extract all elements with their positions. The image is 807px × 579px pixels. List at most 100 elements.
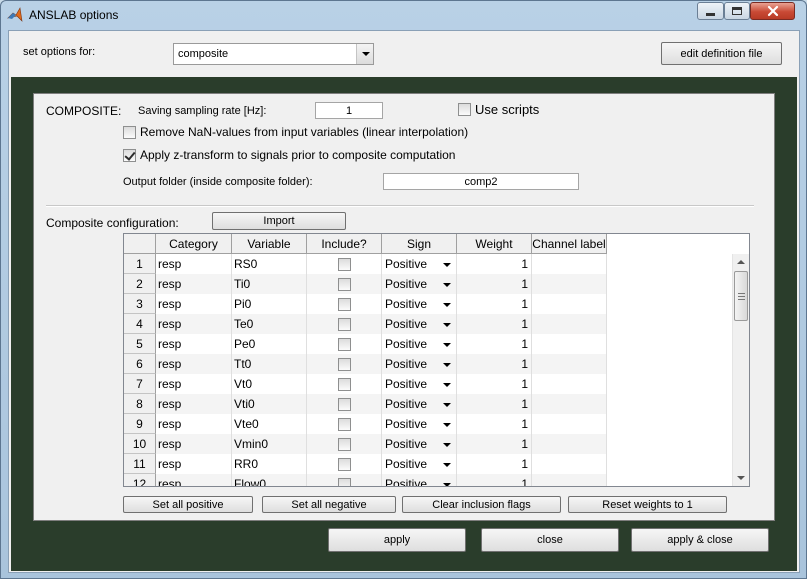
cell-channel-label[interactable] <box>532 394 607 414</box>
apply-button[interactable]: apply <box>328 528 466 552</box>
cell-include[interactable] <box>307 474 382 486</box>
options-category-select[interactable]: composite <box>173 43 374 65</box>
cell-weight[interactable]: 1 <box>457 314 532 334</box>
include-checkbox[interactable] <box>337 397 351 411</box>
cell-channel-label[interactable] <box>532 454 607 474</box>
cell-category[interactable]: resp <box>156 354 232 374</box>
scroll-up-icon[interactable] <box>733 254 749 270</box>
cell-channel-label[interactable] <box>532 374 607 394</box>
row-number[interactable]: 7 <box>124 374 156 394</box>
cell-channel-label[interactable] <box>532 414 607 434</box>
chevron-down-icon[interactable] <box>443 303 451 307</box>
scrollbar-thumb[interactable] <box>734 271 748 321</box>
cell-sign-select[interactable]: Positive <box>382 454 457 474</box>
include-checkbox[interactable] <box>337 277 351 291</box>
cell-channel-label[interactable] <box>532 474 607 486</box>
chevron-down-icon[interactable] <box>443 463 451 467</box>
cell-category[interactable]: resp <box>156 394 232 414</box>
row-number[interactable]: 1 <box>124 254 156 274</box>
chevron-down-icon[interactable] <box>443 343 451 347</box>
cell-weight[interactable]: 1 <box>457 374 532 394</box>
cell-sign-select[interactable]: Positive <box>382 254 457 274</box>
cell-category[interactable]: resp <box>156 454 232 474</box>
chevron-down-icon[interactable] <box>443 323 451 327</box>
close-window-button[interactable] <box>750 2 795 20</box>
cell-category[interactable]: resp <box>156 274 232 294</box>
chevron-down-icon[interactable] <box>443 263 451 267</box>
cell-weight[interactable]: 1 <box>457 334 532 354</box>
chevron-down-icon[interactable] <box>443 423 451 427</box>
row-number[interactable]: 4 <box>124 314 156 334</box>
cell-include[interactable] <box>307 414 382 434</box>
use-scripts-checkbox[interactable] <box>458 103 471 116</box>
cell-channel-label[interactable] <box>532 314 607 334</box>
cell-sign-select[interactable]: Positive <box>382 374 457 394</box>
include-checkbox[interactable] <box>337 477 351 486</box>
output-folder-input[interactable]: comp2 <box>383 173 579 190</box>
cell-variable[interactable]: Ti0 <box>232 274 307 294</box>
chevron-down-icon[interactable] <box>356 44 373 64</box>
cell-sign-select[interactable]: Positive <box>382 394 457 414</box>
include-checkbox[interactable] <box>337 357 351 371</box>
cell-category[interactable]: resp <box>156 334 232 354</box>
row-number[interactable]: 2 <box>124 274 156 294</box>
cell-weight[interactable]: 1 <box>457 474 532 486</box>
chevron-down-icon[interactable] <box>443 403 451 407</box>
cell-sign-select[interactable]: Positive <box>382 354 457 374</box>
row-number[interactable]: 8 <box>124 394 156 414</box>
cell-weight[interactable]: 1 <box>457 394 532 414</box>
cell-weight[interactable]: 1 <box>457 454 532 474</box>
table-scrollbar[interactable] <box>732 254 749 486</box>
cell-variable[interactable]: Vt0 <box>232 374 307 394</box>
cell-variable[interactable]: Vti0 <box>232 394 307 414</box>
col-header-include[interactable]: Include? <box>307 234 382 254</box>
cell-category[interactable]: resp <box>156 434 232 454</box>
include-checkbox[interactable] <box>337 337 351 351</box>
apply-and-close-button[interactable]: apply & close <box>631 528 769 552</box>
z-transform-checkbox[interactable] <box>123 149 136 162</box>
cell-weight[interactable]: 1 <box>457 274 532 294</box>
scroll-down-icon[interactable] <box>733 470 749 486</box>
row-number[interactable]: 12 <box>124 474 156 486</box>
maximize-button[interactable] <box>724 2 750 20</box>
include-checkbox[interactable] <box>337 257 351 271</box>
cell-include[interactable] <box>307 454 382 474</box>
row-number[interactable]: 3 <box>124 294 156 314</box>
include-checkbox[interactable] <box>337 377 351 391</box>
row-number[interactable]: 5 <box>124 334 156 354</box>
row-number[interactable]: 10 <box>124 434 156 454</box>
row-number[interactable]: 9 <box>124 414 156 434</box>
cell-variable[interactable]: Vte0 <box>232 414 307 434</box>
include-checkbox[interactable] <box>337 457 351 471</box>
cell-variable[interactable]: Te0 <box>232 314 307 334</box>
cell-sign-select[interactable]: Positive <box>382 434 457 454</box>
chevron-down-icon[interactable] <box>443 363 451 367</box>
cell-include[interactable] <box>307 314 382 334</box>
cell-weight[interactable]: 1 <box>457 434 532 454</box>
cell-channel-label[interactable] <box>532 354 607 374</box>
include-checkbox[interactable] <box>337 417 351 431</box>
cell-channel-label[interactable] <box>532 254 607 274</box>
cell-weight[interactable]: 1 <box>457 254 532 274</box>
cell-include[interactable] <box>307 374 382 394</box>
clear-inclusion-flags-button[interactable]: Clear inclusion flags <box>402 496 561 513</box>
cell-category[interactable]: resp <box>156 314 232 334</box>
cell-sign-select[interactable]: Positive <box>382 294 457 314</box>
cell-include[interactable] <box>307 334 382 354</box>
reset-weights-button[interactable]: Reset weights to 1 <box>568 496 727 513</box>
cell-category[interactable]: resp <box>156 474 232 486</box>
set-all-negative-button[interactable]: Set all negative <box>262 496 396 513</box>
sampling-rate-input[interactable]: 1 <box>315 102 383 119</box>
cell-variable[interactable]: Pi0 <box>232 294 307 314</box>
minimize-button[interactable] <box>697 2 724 20</box>
cell-include[interactable] <box>307 394 382 414</box>
cell-channel-label[interactable] <box>532 434 607 454</box>
col-header-channel-label[interactable]: Channel label <box>532 234 607 254</box>
cell-sign-select[interactable]: Positive <box>382 474 457 486</box>
cell-variable[interactable]: Vmin0 <box>232 434 307 454</box>
cell-channel-label[interactable] <box>532 274 607 294</box>
cell-variable[interactable]: RS0 <box>232 254 307 274</box>
include-checkbox[interactable] <box>337 437 351 451</box>
cell-channel-label[interactable] <box>532 334 607 354</box>
import-button[interactable]: Import <box>212 212 346 230</box>
